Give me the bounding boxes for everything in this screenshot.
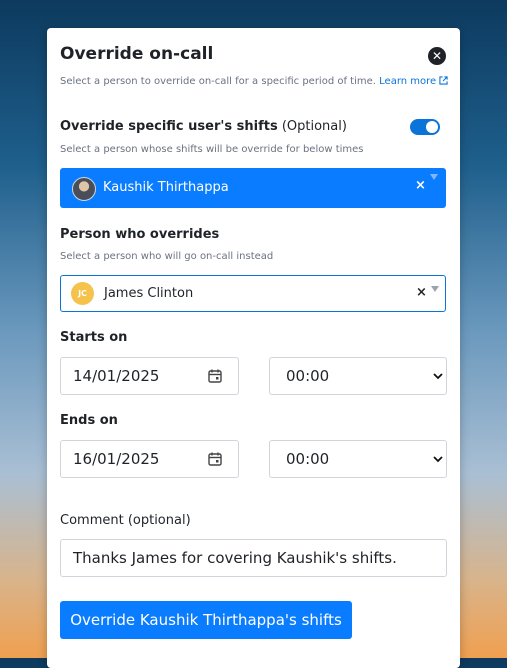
- override-dialog: Override on-call ✕ Select a person to ov…: [47, 28, 460, 668]
- overrider-select[interactable]: JC James Clinton ×: [60, 275, 446, 312]
- calendar-icon[interactable]: [207, 368, 223, 384]
- dialog-title: Override on-call: [60, 44, 214, 64]
- selected-user-name: Kaushik Thirthappa: [103, 180, 229, 195]
- override-user-select[interactable]: Kaushik Thirthappa ×: [60, 168, 446, 208]
- override-user-label: Override specific user's shifts (Optiona…: [60, 119, 347, 134]
- starts-on-label: Starts on: [60, 330, 128, 345]
- dialog-description: Select a person to override on-call for …: [60, 76, 448, 87]
- chevron-down-icon: [433, 456, 443, 463]
- toggle-knob: [426, 121, 438, 133]
- comment-label: Comment (optional): [60, 513, 191, 528]
- close-icon[interactable]: ✕: [428, 47, 446, 65]
- dropdown-arrow-icon[interactable]: [430, 174, 438, 180]
- comment-input[interactable]: Thanks James for covering Kaushik's shif…: [60, 539, 447, 577]
- ends-on-label: Ends on: [60, 413, 118, 428]
- override-shifts-button[interactable]: Override Kaushik Thirthappa's shifts: [60, 601, 352, 639]
- end-time-select[interactable]: 00:00: [269, 440, 447, 478]
- dropdown-arrow-icon[interactable]: [431, 286, 439, 292]
- avatar: JC: [71, 282, 94, 305]
- override-user-toggle[interactable]: [410, 119, 440, 135]
- learn-more-link[interactable]: Learn more: [379, 76, 448, 87]
- overrider-name: James Clinton: [104, 286, 194, 301]
- clear-selection-icon[interactable]: ×: [415, 178, 426, 193]
- avatar: [72, 177, 96, 201]
- override-user-hint: Select a person whose shifts will be ove…: [60, 144, 364, 155]
- external-link-icon: [439, 76, 448, 85]
- end-date-input[interactable]: 16/01/2025: [60, 440, 239, 478]
- overrider-label: Person who overrides: [60, 227, 220, 242]
- start-time-select[interactable]: 00:00: [269, 357, 447, 395]
- calendar-icon[interactable]: [207, 451, 223, 467]
- overrider-hint: Select a person who will go on-call inst…: [60, 251, 274, 262]
- start-date-input[interactable]: 14/01/2025: [60, 357, 239, 395]
- chevron-down-icon: [433, 373, 443, 380]
- clear-selection-icon[interactable]: ×: [416, 285, 427, 300]
